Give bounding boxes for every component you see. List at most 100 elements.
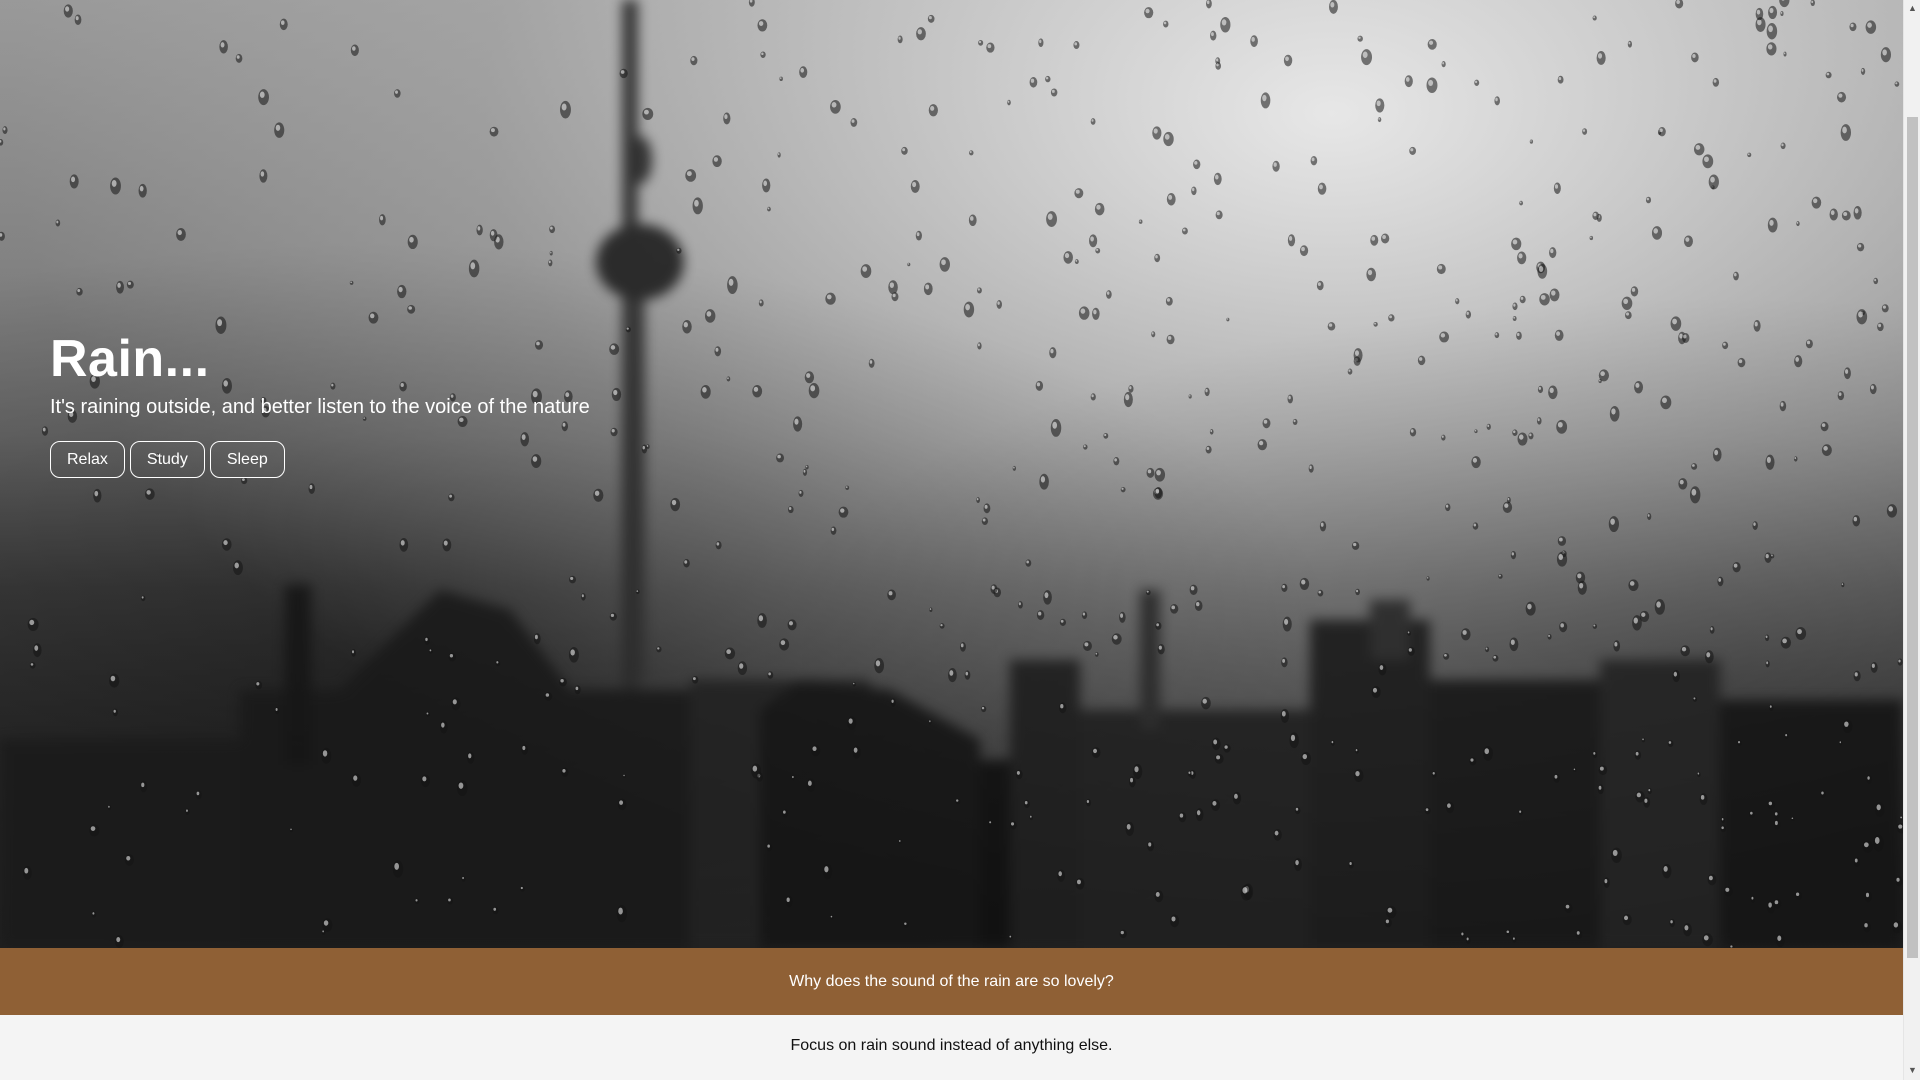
rain-drop (1187, 770, 1192, 777)
hero-title: Rain... (50, 330, 210, 388)
rain-drop (1894, 81, 1900, 87)
rain-drop (990, 584, 998, 594)
rain-drop (1557, 536, 1567, 546)
rain-drop (1155, 622, 1162, 630)
rain-drop (1702, 154, 1714, 169)
rain-drop (860, 264, 872, 279)
rain-drop (692, 675, 699, 684)
rain-drop (1170, 914, 1180, 928)
rain-drop (959, 641, 966, 652)
rain-drop (1092, 307, 1100, 320)
page-scrollbar[interactable]: ▲ ▼ (1903, 0, 1920, 1080)
rain-drop (1598, 379, 1602, 384)
rain-drop (805, 464, 809, 470)
rain-drop (1775, 933, 1785, 948)
rain-drop (1717, 576, 1724, 587)
rain-drop (1154, 487, 1163, 499)
rain-drop (903, 921, 909, 928)
rain-drop (1039, 473, 1049, 490)
rain-drop (581, 593, 586, 601)
rain-drop (762, 178, 771, 193)
rain-drop (1704, 650, 1714, 664)
rain-drop (1146, 467, 1155, 478)
rain-drop (1045, 75, 1051, 83)
rain-drop (1074, 259, 1079, 265)
rain-drop (1193, 159, 1201, 170)
rain-drop (1232, 791, 1242, 805)
rain-drop (1240, 884, 1252, 901)
mode-buttons: Relax Study Sleep (50, 441, 590, 478)
rain-drop (1575, 929, 1583, 939)
rain-drop (1712, 447, 1722, 462)
rain-drop (830, 915, 834, 920)
rain-drop (1424, 807, 1431, 815)
rain-drop (1770, 553, 1775, 559)
rain-drop (1347, 368, 1353, 375)
rain-drop (1317, 589, 1324, 597)
rain-drop (195, 790, 202, 800)
rain-drop (1635, 790, 1645, 803)
rain-drop (126, 280, 134, 289)
rain-drop (351, 773, 362, 787)
rain-drop (609, 343, 620, 355)
rain-drop (448, 493, 455, 502)
rain-drop (779, 76, 783, 82)
rain-drop (748, 0, 755, 7)
rain-drop (1564, 903, 1573, 913)
scroll-up-arrow-icon[interactable]: ▲ (1908, 4, 1917, 13)
rain-drop (1720, 825, 1726, 833)
rain-drop (1598, 765, 1608, 776)
rain-drop (802, 468, 808, 476)
relax-button[interactable]: Relax (50, 441, 125, 478)
rain-drop (1691, 52, 1699, 63)
rain-drop (1866, 774, 1872, 784)
rain-drop (1853, 670, 1861, 682)
rain-drop (1869, 383, 1877, 395)
rain-drop (29, 662, 36, 669)
rain-drop (690, 55, 698, 66)
rain-drop (1220, 16, 1231, 33)
rain-drop (1426, 77, 1438, 94)
rain-drop (910, 179, 920, 193)
rain-drop (830, 99, 841, 114)
sleep-button[interactable]: Sleep (209, 441, 285, 478)
rain-drop (874, 657, 885, 674)
rain-drop (1299, 577, 1310, 591)
rain-drop (1128, 384, 1134, 393)
rain-drop (901, 146, 908, 155)
rain-drop (915, 230, 922, 241)
rain-drop (1510, 550, 1517, 560)
rain-drop (549, 225, 556, 234)
rain-drop (724, 647, 736, 660)
rain-drop (521, 744, 528, 755)
study-button[interactable]: Study (129, 441, 205, 478)
rain-drop (1272, 160, 1280, 172)
rain-drop (424, 636, 430, 645)
rain-drop (757, 613, 767, 628)
rain-drop (69, 174, 79, 189)
rain-drop (1708, 174, 1719, 190)
rain-drop (279, 18, 288, 31)
rain-drop (1330, 739, 1335, 746)
scrollbar-thumb[interactable] (1907, 117, 1918, 958)
rain-drop (1319, 521, 1327, 532)
scroll-down-arrow-icon[interactable]: ▼ (1908, 1066, 1917, 1075)
rain-drop (1038, 38, 1044, 48)
rain-drop (1682, 333, 1690, 343)
rain-drop (176, 228, 186, 241)
rain-drop (1353, 348, 1363, 363)
rain-drop (492, 906, 499, 915)
rain-drop (1123, 391, 1133, 408)
rain-drop (1283, 54, 1293, 67)
rain-drop (1375, 98, 1385, 113)
rain-drop (767, 671, 774, 679)
rain-drop (593, 488, 604, 502)
rain-drop (93, 488, 102, 503)
rain-drop (1670, 316, 1682, 331)
rain-drop (549, 250, 553, 256)
rain-drop (1316, 280, 1324, 291)
rain-drop (1095, 247, 1101, 254)
rain-drop (1853, 857, 1861, 868)
rain-drop (1205, 445, 1212, 454)
rain-drop (760, 51, 766, 58)
